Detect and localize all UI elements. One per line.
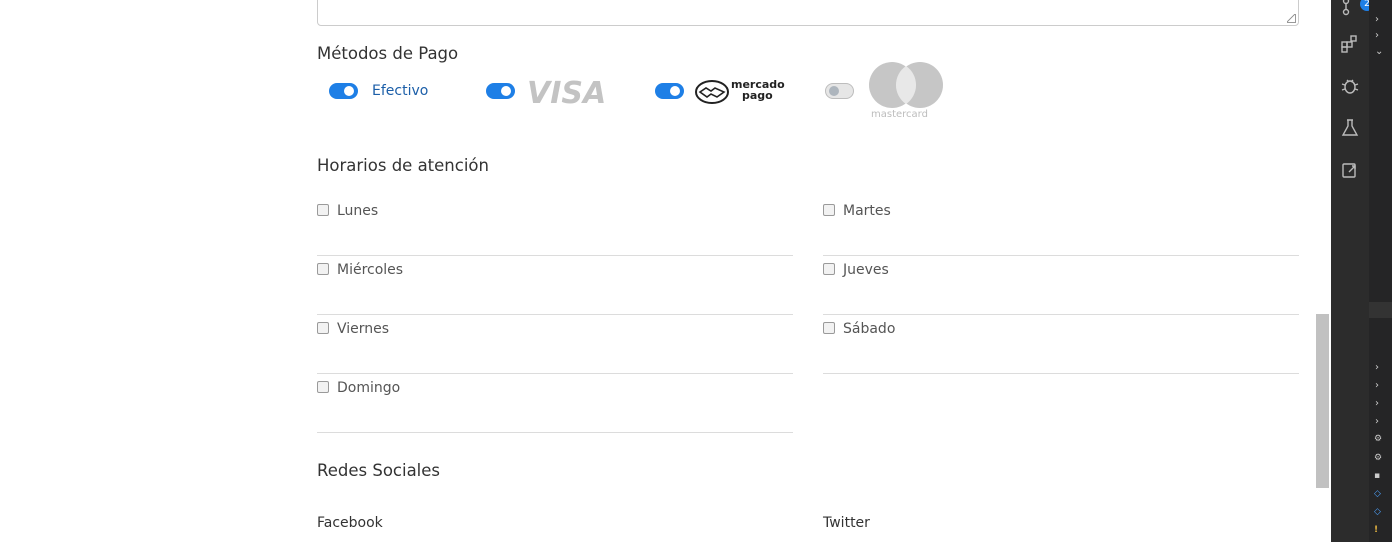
day-label: Sábado — [843, 321, 896, 337]
jueves-checkbox[interactable] — [823, 263, 835, 275]
resize-grip-icon[interactable] — [1287, 14, 1296, 23]
day-row-lunes[interactable]: Lunes — [317, 197, 793, 256]
payment-methods-title: Métodos de Pago — [317, 44, 459, 63]
chevron-right-icon[interactable]: › — [1375, 362, 1379, 374]
day-label: Lunes — [337, 203, 379, 219]
day-label: Martes — [843, 203, 891, 219]
chevron-right-icon[interactable]: › — [1375, 30, 1379, 42]
lunes-checkbox[interactable] — [317, 204, 329, 216]
testing-flask-icon[interactable] — [1340, 118, 1360, 138]
mercado-pago-logo: mercado pago — [695, 79, 785, 105]
side-bar-divider — [1369, 302, 1392, 318]
schedule-title: Horarios de atención — [317, 156, 489, 175]
twitter-label: Twitter — [823, 515, 870, 531]
day-row-sabado[interactable]: Sábado — [823, 315, 1299, 374]
efectivo-label: Efectivo — [372, 83, 429, 99]
chevron-down-icon[interactable]: ⌄ — [1375, 46, 1383, 58]
handshake-icon — [695, 80, 729, 104]
source-control-icon[interactable]: 2 — [1340, 0, 1374, 16]
mastercard-circles-icon — [869, 62, 943, 108]
viernes-checkbox[interactable] — [317, 322, 329, 334]
day-row-martes[interactable]: Martes — [823, 197, 1299, 256]
visa-logo: VISA — [527, 76, 607, 111]
social-title: Redes Sociales — [317, 461, 441, 480]
toggle-mercado-pago[interactable] — [655, 83, 684, 99]
debug-bug-icon[interactable] — [1340, 76, 1360, 96]
facebook-label: Facebook — [317, 515, 383, 531]
gear-icon[interactable]: ⚙ — [1374, 453, 1382, 463]
domingo-checkbox[interactable] — [317, 381, 329, 393]
chevron-right-icon[interactable]: › — [1375, 380, 1379, 392]
day-label: Jueves — [843, 262, 889, 278]
martes-checkbox[interactable] — [823, 204, 835, 216]
extensions-icon[interactable] — [1340, 34, 1360, 54]
chevron-right-icon[interactable]: › — [1375, 398, 1379, 410]
description-textarea[interactable] — [317, 0, 1299, 26]
day-row-domingo[interactable]: Domingo — [317, 374, 793, 433]
file-icon[interactable]: ▪ — [1374, 471, 1380, 481]
day-row-jueves[interactable]: Jueves — [823, 256, 1299, 315]
day-row-miercoles[interactable]: Miércoles — [317, 256, 793, 315]
chevron-right-icon[interactable]: › — [1375, 416, 1379, 428]
miercoles-checkbox[interactable] — [317, 263, 329, 275]
code-icon[interactable]: ◇ — [1374, 507, 1381, 517]
mastercard-logo: mastercard — [866, 62, 946, 124]
chevron-right-icon[interactable]: › — [1375, 14, 1379, 26]
code-icon[interactable]: ◇ — [1374, 489, 1381, 499]
gear-icon[interactable]: ⚙ — [1374, 434, 1382, 444]
day-label: Domingo — [337, 380, 401, 396]
remote-explorer-icon[interactable] — [1340, 160, 1360, 180]
toggle-efectivo[interactable] — [329, 83, 358, 99]
day-label: Miércoles — [337, 262, 404, 278]
day-label: Viernes — [337, 321, 390, 337]
toggle-mastercard[interactable] — [825, 83, 854, 99]
day-row-viernes[interactable]: Viernes — [317, 315, 793, 374]
activity-bar: 2 — [1331, 0, 1374, 542]
page-scrollbar-thumb[interactable] — [1316, 314, 1329, 488]
warning-icon[interactable]: ! — [1374, 525, 1378, 535]
sabado-checkbox[interactable] — [823, 322, 835, 334]
editor-side-panel: 2 › › ⌄ › › › › ⚙ ⚙ ▪ ◇ ◇ ! — [1331, 0, 1392, 542]
toggle-visa[interactable] — [486, 83, 515, 99]
